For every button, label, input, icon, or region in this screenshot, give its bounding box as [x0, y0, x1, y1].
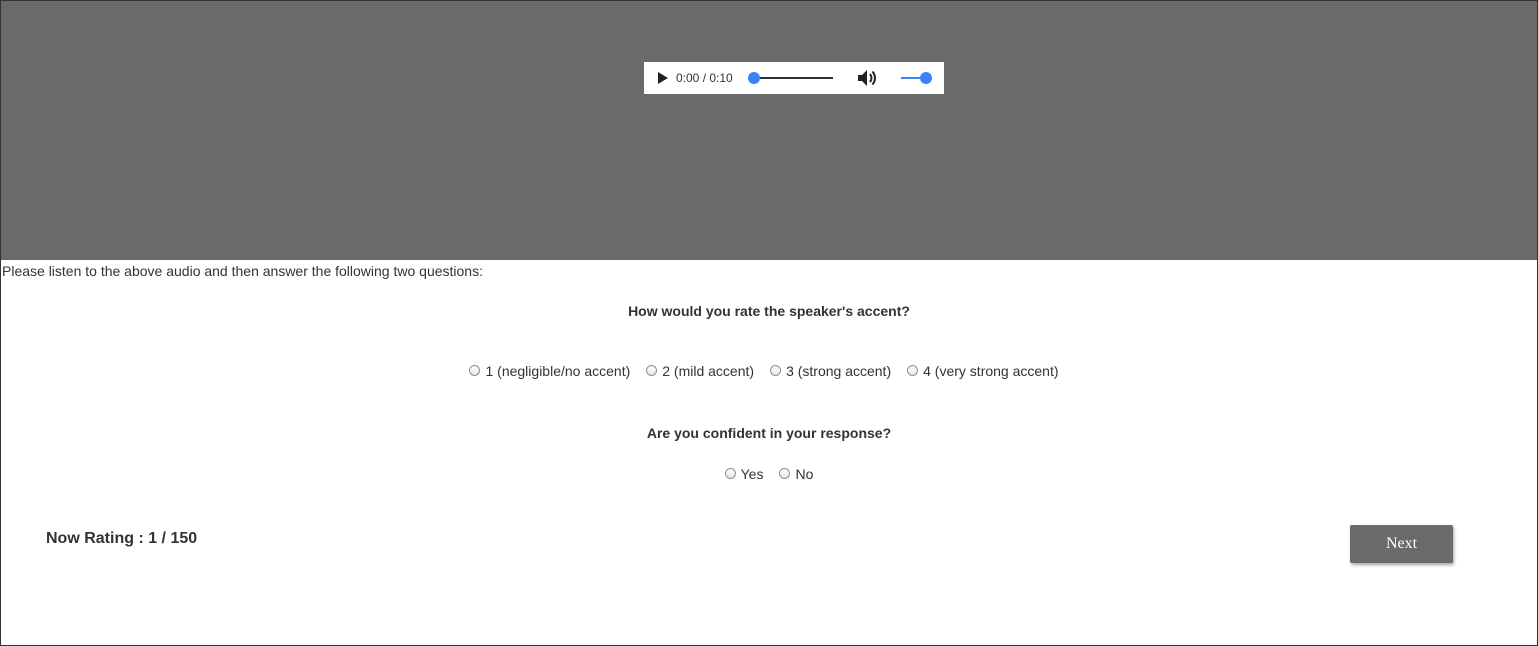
instructions-text: Please listen to the above audio and the…	[2, 263, 483, 279]
audio-time-display: 0:00 / 0:10	[676, 71, 733, 85]
audio-seek-bar[interactable]	[751, 77, 833, 79]
audio-seek-thumb[interactable]	[748, 72, 760, 84]
accent-option-label: 3 (strong accent)	[786, 363, 892, 379]
accent-option-4[interactable]: 4 (very strong accent)	[907, 363, 1059, 379]
audio-player[interactable]: 0:00 / 0:10	[644, 62, 944, 94]
confidence-question: Are you confident in your response?	[646, 425, 892, 441]
speaker-volume-icon[interactable]	[856, 68, 878, 88]
confidence-options: Yes No	[1, 466, 1537, 482]
radio-button[interactable]	[907, 364, 919, 376]
confidence-option-no[interactable]: No	[779, 466, 813, 482]
next-button[interactable]: Next	[1350, 525, 1453, 563]
accent-rating-options: 1 (negligible/no accent) 2 (mild accent)…	[0, 363, 1532, 379]
rating-progress-status: Now Rating : 1 / 150	[46, 530, 198, 547]
radio-button[interactable]	[724, 467, 736, 479]
accent-option-2[interactable]: 2 (mild accent)	[646, 363, 754, 379]
accent-option-label: 4 (very strong accent)	[923, 363, 1059, 379]
accent-question: How would you rate the speaker's accent?	[628, 303, 910, 319]
accent-option-1[interactable]: 1 (negligible/no accent)	[469, 363, 630, 379]
radio-button[interactable]	[469, 364, 481, 376]
confidence-option-label: Yes	[740, 466, 764, 482]
radio-button[interactable]	[770, 364, 782, 376]
confidence-option-yes[interactable]: Yes	[724, 466, 764, 482]
volume-slider-thumb[interactable]	[920, 72, 932, 84]
audio-header-band: 0:00 / 0:10	[1, 1, 1537, 260]
play-icon[interactable]	[654, 70, 670, 86]
accent-option-3[interactable]: 3 (strong accent)	[770, 363, 891, 379]
radio-button[interactable]	[779, 467, 791, 479]
radio-button[interactable]	[646, 364, 658, 376]
confidence-option-label: No	[795, 466, 814, 482]
accent-option-label: 1 (negligible/no accent)	[485, 363, 631, 379]
accent-option-label: 2 (mild accent)	[662, 363, 755, 379]
survey-page: 0:00 / 0:10 Please listen to the above a…	[0, 0, 1538, 646]
